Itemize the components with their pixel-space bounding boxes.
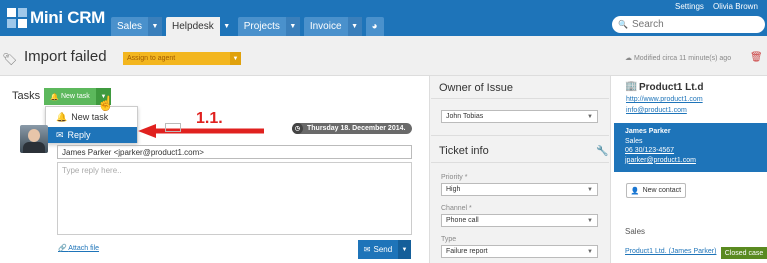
owner-value: John Tobias [446, 113, 484, 120]
ticket-info-title: Ticket info [439, 145, 489, 157]
menu-label: New task [71, 112, 109, 122]
channel-value: Phone call [446, 217, 479, 224]
tab-projects[interactable]: Projects ▼ [237, 17, 300, 36]
tab-label: Helpdesk [172, 21, 214, 32]
modified-text: Modified circa 11 minute(s) ago [633, 55, 732, 62]
search-icon: 🔍 [618, 20, 628, 29]
chevron-down-icon: ▼ [587, 217, 593, 224]
logo-icon [7, 8, 27, 28]
chevron-down-icon[interactable]: ▼ [148, 17, 163, 36]
clock-icon: ◷ [292, 123, 303, 134]
contact-role: Sales [625, 137, 643, 145]
search-input[interactable] [631, 19, 752, 30]
building-icon: 🏢 [625, 81, 638, 92]
tab-label: Sales [117, 21, 143, 32]
company-email-link[interactable]: info@product1.com [626, 107, 687, 114]
dashboard-icon: ◕ [371, 21, 378, 32]
owner-title: Owner of Issue [439, 82, 513, 94]
contact-email[interactable]: jparker@product1.com [625, 156, 756, 166]
status-badge: Closed case [721, 247, 767, 259]
tab-helpdesk[interactable]: Helpdesk ▼ [166, 17, 234, 36]
divider [431, 162, 609, 163]
attach-file-link[interactable]: 🔗 Attach file [58, 244, 99, 252]
chevron-down-icon[interactable]: ▼ [347, 17, 362, 36]
annotation-arrow-icon [138, 124, 264, 138]
type-label: Type [441, 236, 457, 243]
chevron-down-icon[interactable]: ▼ [219, 17, 234, 36]
assign-label: Assign to agent [127, 55, 176, 62]
divider [431, 135, 609, 136]
search-box[interactable]: 🔍 [612, 16, 765, 33]
contact-phone[interactable]: 06 30/123-4567 [625, 146, 756, 156]
chevron-down-icon[interactable]: ▼ [285, 17, 300, 36]
channel-label: Channel * [441, 205, 472, 212]
page-header: 🏷 Import failed Assign to agent ▼ ☁ Modi… [0, 36, 767, 76]
modified-info: ☁ Modified circa 11 minute(s) ago [625, 55, 732, 62]
app-logo-text[interactable]: Mini CRM [30, 8, 105, 28]
chevron-down-icon: ▼ [587, 186, 593, 193]
top-navbar: Mini CRM Sales ▼ Helpdesk ▼ Projects ▼ Invo… [0, 0, 767, 36]
chevron-down-icon: ▼ [230, 52, 241, 65]
contact-card[interactable]: James Parker Sales 06 30/123-4567 jparke… [614, 123, 767, 172]
priority-value: High [446, 186, 461, 193]
tab-invoice[interactable]: Invoice ▼ [303, 17, 362, 36]
envelope-icon: ✉ [56, 129, 64, 140]
trash-icon[interactable]: 🗑 [750, 52, 763, 63]
contact-name: James Parker [625, 128, 671, 135]
attach-label: Attach file [68, 245, 100, 252]
subject-field[interactable] [165, 123, 181, 132]
envelope-icon: ✉ [363, 245, 371, 254]
recipient-field[interactable]: James Parker <jparker@product1.com> [57, 145, 412, 159]
new-task-label: New task [60, 93, 90, 100]
sales-link[interactable]: Product1 Ltd. (James Parker) [625, 248, 716, 255]
menu-label: Reply [67, 130, 91, 140]
chevron-down-icon[interactable]: ▼ [398, 240, 411, 259]
user-menu[interactable]: Olivia Brown [713, 2, 758, 11]
sales-label: Sales [625, 227, 646, 236]
settings-link[interactable]: Settings [675, 2, 704, 11]
tab-label: Projects [243, 21, 280, 32]
send-label: Send [373, 245, 393, 254]
main-tabs: Sales ▼ Helpdesk ▼ Projects ▼ Invoice ▼ ◕ [111, 17, 384, 36]
chevron-down-icon: ▼ [587, 248, 593, 255]
divider [431, 98, 609, 99]
user-icon: 👤 [630, 187, 640, 195]
tags-icon: 🏷 [2, 52, 18, 66]
task-dropdown-menu: 🔔 New task ✉ Reply [45, 106, 138, 143]
date-text: Thursday 18. December 2014. [307, 125, 406, 132]
new-contact-button[interactable]: 👤 New contact [626, 183, 686, 198]
chevron-down-icon: ▼ [587, 113, 593, 120]
tab-sales[interactable]: Sales ▼ [111, 17, 163, 36]
wrench-icon[interactable]: 🔧 [596, 146, 608, 157]
type-value: Failure report [446, 248, 488, 255]
menu-item-new-task[interactable]: 🔔 New task [46, 109, 137, 125]
send-button[interactable]: ✉ Send ▼ [358, 240, 411, 259]
priority-label: Priority * [441, 174, 468, 181]
menu-item-reply[interactable]: ✉ Reply [46, 127, 137, 143]
assign-agent-select[interactable]: Assign to agent ▼ [123, 52, 241, 65]
avatar [20, 125, 48, 153]
send-main[interactable]: ✉ Send [358, 240, 398, 259]
company-name[interactable]: Product1 Lt.d [639, 82, 703, 93]
new-contact-label: New contact [642, 187, 682, 194]
owner-select[interactable]: John Tobias ▼ [441, 110, 598, 123]
channel-select[interactable]: Phone call ▼ [441, 214, 598, 227]
hand-cursor-icon: ☝ [97, 95, 115, 111]
priority-select[interactable]: High ▼ [441, 183, 598, 196]
tasks-label: Tasks [12, 90, 41, 102]
reply-textarea[interactable]: Type reply here.. [57, 162, 412, 235]
type-select[interactable]: Failure report ▼ [441, 245, 598, 258]
issue-panel [429, 76, 611, 263]
page-title: Import failed [24, 48, 107, 65]
tab-label: Invoice [309, 21, 342, 32]
date-badge: ◷ Thursday 18. December 2014. [292, 123, 412, 134]
company-website-link[interactable]: http://www.product1.com [626, 96, 703, 103]
bell-icon: 🔔 [56, 111, 68, 122]
tab-dashboard[interactable]: ◕ [365, 17, 384, 36]
new-task-main[interactable]: 🔔 New task [44, 88, 96, 105]
